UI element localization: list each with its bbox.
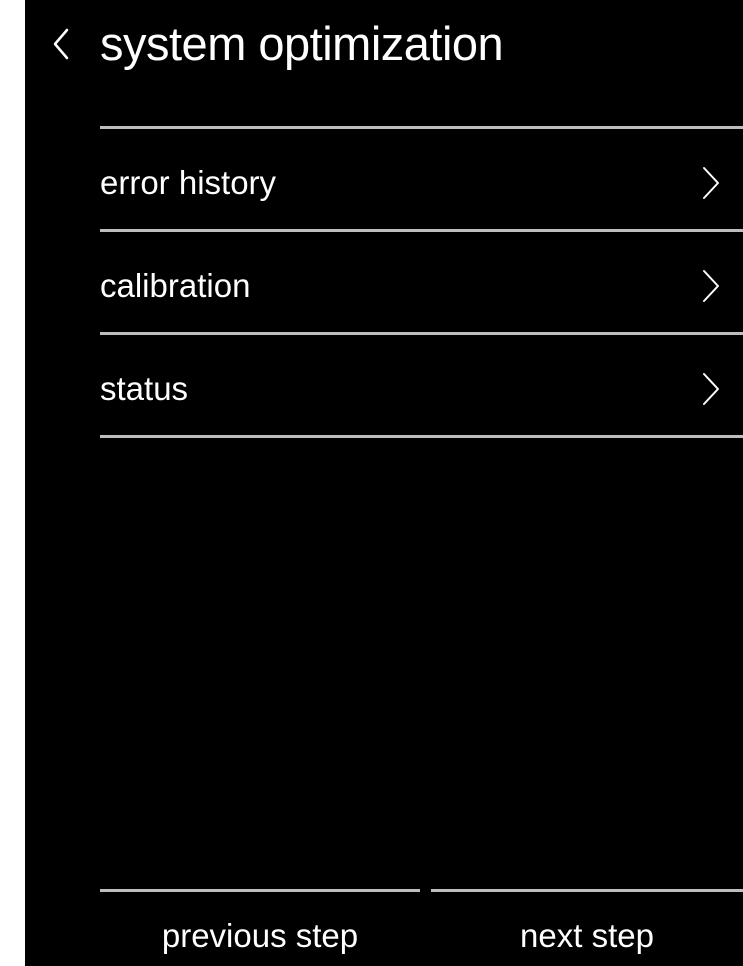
menu-item-error-history[interactable]: error history [100,129,743,229]
next-step-label: next step [520,917,654,954]
menu-item-status[interactable]: status [100,335,743,435]
divider [100,889,420,892]
footer-nav: previous step next step [100,889,743,966]
previous-step-button[interactable]: previous step [100,889,420,966]
menu-item-label: calibration [100,267,251,304]
divider [100,435,743,438]
chevron-left-icon [53,28,69,60]
divider [431,889,743,892]
back-button[interactable] [47,24,77,64]
menu-list: error history calibration status [100,126,743,438]
header: system optimization [25,0,743,100]
next-step-button[interactable]: next step [431,889,743,966]
chevron-right-icon [703,167,719,199]
chevron-right-icon [703,270,719,302]
page-title: system optimization [100,17,504,70]
previous-step-label: previous step [161,917,359,954]
screen: system optimization error history calibr… [25,0,743,966]
menu-item-label: status [100,370,189,407]
menu-item-label: error history [100,164,277,201]
menu-item-calibration[interactable]: calibration [100,232,743,332]
chevron-right-icon [703,373,719,405]
